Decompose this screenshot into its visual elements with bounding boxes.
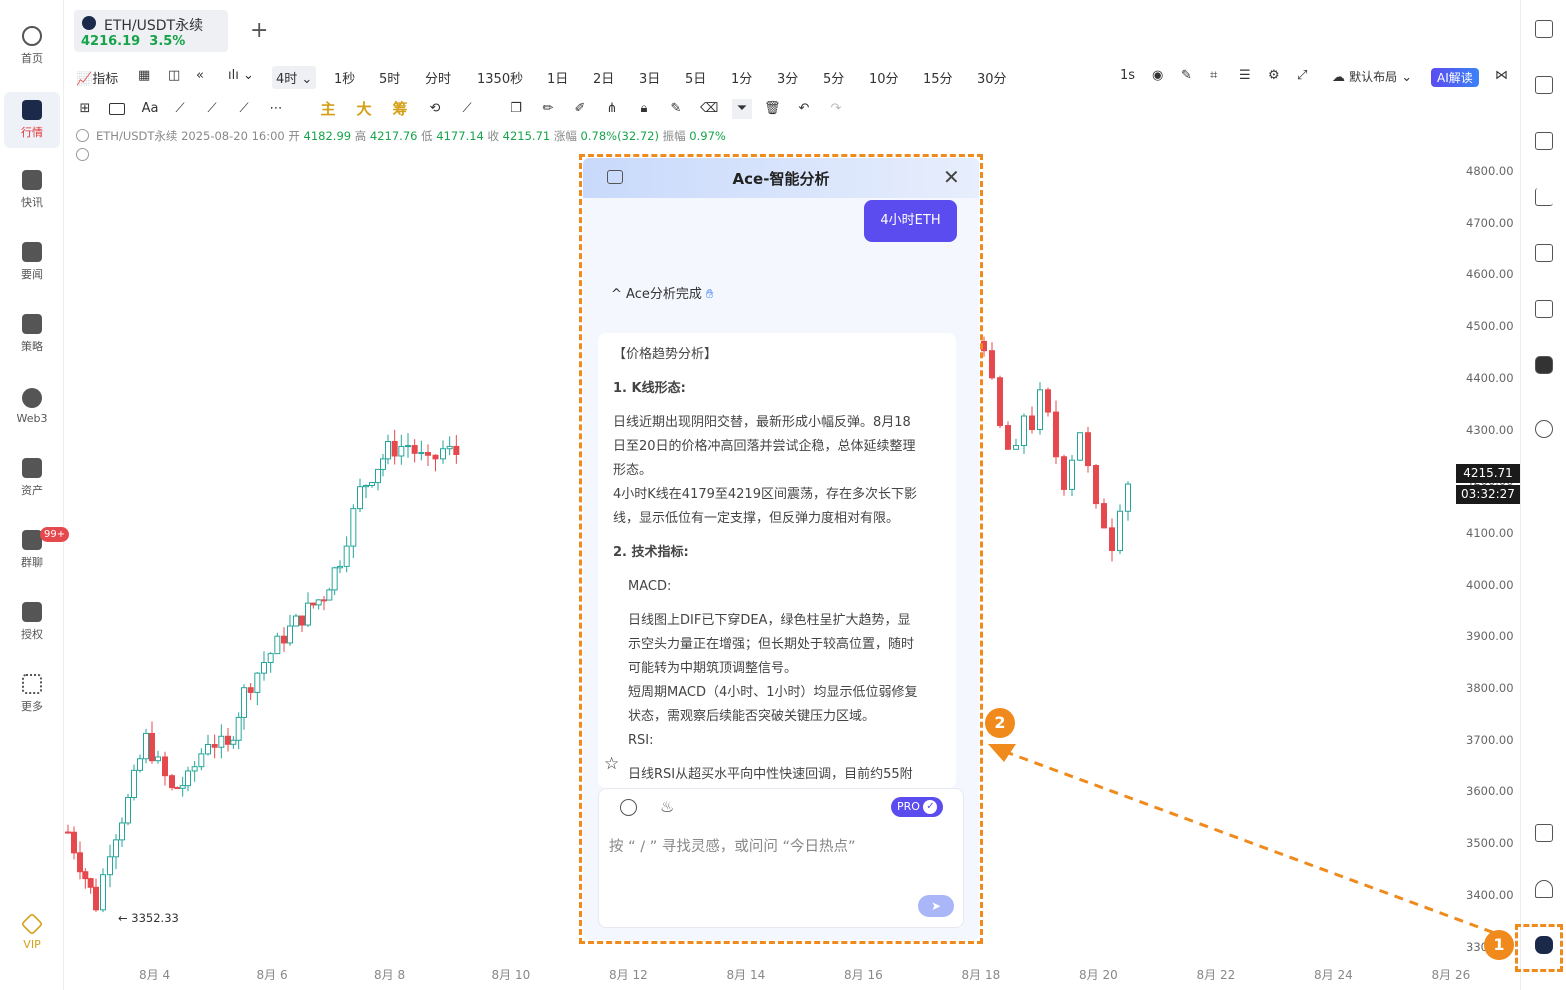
annotation-marker-1: 1 [1484,930,1514,960]
annotation-arrow [988,744,1509,940]
annotation-marker-2: 2 [985,708,1015,738]
